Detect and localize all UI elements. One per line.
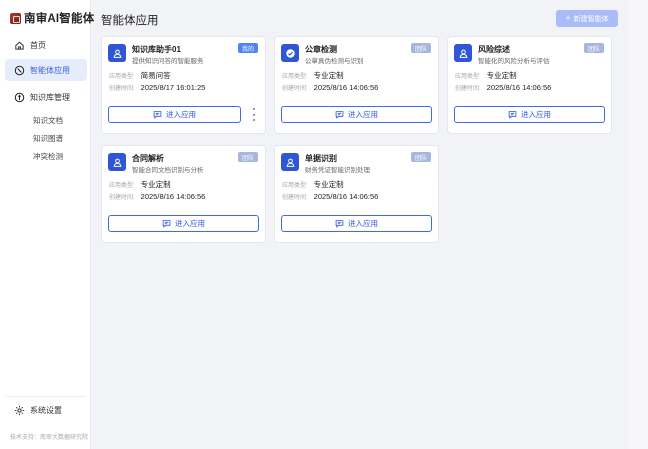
card-description: 提供知识问答的智能服务 bbox=[132, 58, 204, 65]
app-type-value: 简易问答 bbox=[140, 71, 171, 80]
app-type-label: 应用类型: bbox=[109, 74, 135, 80]
created-time-value: 2025/8/16 14:06:56 bbox=[313, 192, 379, 201]
sidebar-item-home[interactable]: 首页 bbox=[5, 34, 87, 56]
app-type-label: 应用类型: bbox=[455, 74, 481, 80]
card-title: 风险综述 bbox=[478, 45, 510, 54]
card-description: 公章真伪检测与识别 bbox=[305, 58, 364, 65]
created-time-label: 创建时间: bbox=[109, 195, 135, 201]
created-time-label: 创建时间: bbox=[282, 86, 308, 92]
enter-app-button[interactable]: 进入应用 bbox=[281, 215, 432, 232]
enter-app-button[interactable]: 进入应用 bbox=[281, 106, 432, 123]
brand-name: 南审AI智能体 bbox=[24, 13, 95, 25]
card-description: 智能化的风险分析与评估 bbox=[478, 58, 550, 65]
chat-icon bbox=[335, 219, 348, 228]
new-agent-label: 新建智能体 bbox=[573, 15, 609, 23]
home-icon bbox=[13, 39, 25, 51]
created-time-value: 2025/8/16 14:06:56 bbox=[140, 192, 206, 201]
enter-app-label: 进入应用 bbox=[348, 110, 378, 119]
more-options-icon[interactable] bbox=[250, 108, 258, 121]
sidebar-item-knowledge[interactable]: 知识库管理 bbox=[5, 86, 87, 108]
agent-card[interactable]: 合同解析 智能合同文档识别与分析 团队 应用类型: 专业定制 创建时间: 202… bbox=[101, 145, 266, 243]
sidebar-divider bbox=[6, 396, 86, 397]
brand-logo-icon bbox=[10, 12, 21, 24]
page-title: 智能体应用 bbox=[101, 15, 159, 27]
chat-icon bbox=[335, 110, 348, 119]
plus-icon: + bbox=[565, 13, 571, 23]
app-type-label: 应用类型: bbox=[282, 183, 308, 189]
ownership-badge: 团队 bbox=[237, 152, 258, 162]
user-icon bbox=[108, 44, 126, 62]
created-time-row: 创建时间: 2025/8/16 14:06:56 bbox=[455, 83, 551, 92]
app-type-label: 应用类型: bbox=[282, 74, 308, 80]
footer-credit: 技术支持：南审大数据研究院 bbox=[10, 435, 89, 441]
enter-app-button[interactable]: 进入应用 bbox=[454, 106, 605, 123]
user-icon bbox=[454, 44, 472, 62]
chat-icon bbox=[162, 219, 175, 228]
sidebar-item-label: 首页 bbox=[30, 40, 46, 50]
ownership-badge: 我的 bbox=[237, 43, 258, 53]
user-icon bbox=[108, 153, 126, 171]
user-icon bbox=[281, 153, 299, 171]
created-time-row: 创建时间: 2025/8/17 16:01:25 bbox=[109, 83, 205, 92]
knowledge-icon bbox=[13, 91, 25, 103]
sidebar-item-label: 系统设置 bbox=[30, 405, 62, 415]
enter-app-button[interactable]: 进入应用 bbox=[108, 215, 259, 232]
card-description: 财务凭证智能识别处理 bbox=[305, 167, 370, 174]
app-type-value: 专业定制 bbox=[313, 71, 344, 80]
ownership-badge: 团队 bbox=[410, 43, 431, 53]
ownership-badge: 团队 bbox=[410, 152, 431, 162]
chat-icon bbox=[153, 110, 166, 119]
card-title: 单据识别 bbox=[305, 154, 337, 163]
created-time-row: 创建时间: 2025/8/16 14:06:56 bbox=[282, 83, 378, 92]
chat-icon bbox=[508, 110, 521, 119]
card-title: 合同解析 bbox=[132, 154, 164, 163]
enter-app-label: 进入应用 bbox=[348, 219, 378, 228]
app-type-row: 应用类型: 专业定制 bbox=[109, 179, 171, 190]
app-type-value: 专业定制 bbox=[486, 71, 517, 80]
sidebar-subitem-graph[interactable]: 知识图谱 bbox=[33, 133, 63, 144]
created-time-label: 创建时间: bbox=[282, 195, 308, 201]
app-type-row: 应用类型: 专业定制 bbox=[282, 70, 344, 81]
created-time-row: 创建时间: 2025/8/16 14:06:56 bbox=[109, 192, 205, 201]
enter-app-label: 进入应用 bbox=[175, 219, 205, 228]
sidebar-subitem-conflict[interactable]: 冲突检测 bbox=[33, 151, 63, 162]
agent-card[interactable]: 公章检测 公章真伪检测与识别 团队 应用类型: 专业定制 创建时间: 2025/… bbox=[274, 36, 439, 134]
sidebar: 南审AI智能体 首页 智能体应用 知识库管理 知识文档 知识图谱 冲突检测 系统… bbox=[0, 0, 94, 449]
enter-app-button[interactable]: 进入应用 bbox=[108, 106, 241, 123]
app-type-value: 专业定制 bbox=[140, 180, 171, 189]
app-type-value: 专业定制 bbox=[313, 180, 344, 189]
enter-app-label: 进入应用 bbox=[521, 110, 551, 119]
sidebar-item-label: 知识库管理 bbox=[30, 92, 70, 102]
compass-icon bbox=[13, 64, 25, 76]
agent-card[interactable]: 知识库助手01 提供知识问答的智能服务 我的 应用类型: 简易问答 创建时间: … bbox=[101, 36, 266, 134]
enter-app-label: 进入应用 bbox=[166, 110, 196, 119]
created-time-label: 创建时间: bbox=[455, 86, 481, 92]
brand[interactable]: 南审AI智能体 bbox=[10, 11, 94, 25]
app-type-label: 应用类型: bbox=[109, 183, 135, 189]
sidebar-item-agent-apps[interactable]: 智能体应用 bbox=[5, 59, 87, 81]
agent-card[interactable]: 风险综述 智能化的风险分析与评估 团队 应用类型: 专业定制 创建时间: 202… bbox=[447, 36, 612, 134]
app-type-row: 应用类型: 专业定制 bbox=[455, 70, 517, 81]
created-time-value: 2025/8/16 14:06:56 bbox=[486, 83, 552, 92]
check-circle-icon bbox=[281, 44, 299, 62]
created-time-value: 2025/8/17 16:01:25 bbox=[140, 83, 206, 92]
created-time-value: 2025/8/16 14:06:56 bbox=[313, 83, 379, 92]
scroll-gutter bbox=[628, 0, 648, 449]
card-title: 公章检测 bbox=[305, 45, 337, 54]
sidebar-subitem-docs[interactable]: 知识文档 bbox=[33, 115, 63, 126]
agent-card[interactable]: 单据识别 财务凭证智能识别处理 团队 应用类型: 专业定制 创建时间: 2025… bbox=[274, 145, 439, 243]
app-type-row: 应用类型: 专业定制 bbox=[282, 179, 344, 190]
card-title: 知识库助手01 bbox=[132, 45, 181, 54]
gear-icon bbox=[13, 404, 25, 416]
created-time-row: 创建时间: 2025/8/16 14:06:56 bbox=[282, 192, 378, 201]
app-type-row: 应用类型: 简易问答 bbox=[109, 70, 171, 81]
sidebar-item-settings[interactable]: 系统设置 bbox=[5, 399, 87, 421]
card-description: 智能合同文档识别与分析 bbox=[132, 167, 204, 174]
sidebar-item-label: 智能体应用 bbox=[30, 65, 70, 75]
ownership-badge: 团队 bbox=[583, 43, 604, 53]
new-agent-button[interactable]: + 新建智能体 bbox=[556, 10, 618, 27]
created-time-label: 创建时间: bbox=[109, 86, 135, 92]
